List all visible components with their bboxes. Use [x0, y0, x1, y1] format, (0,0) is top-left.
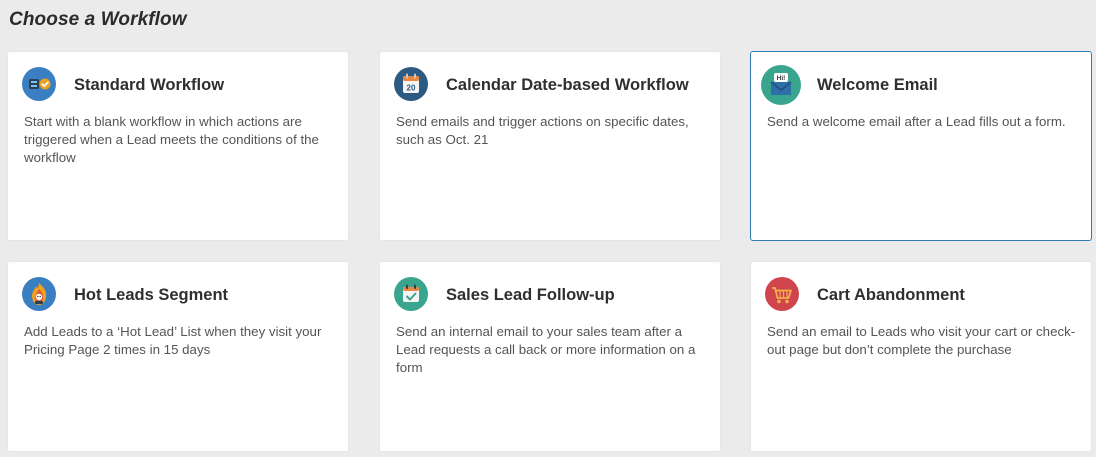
card-description: Send a welcome email after a Lead fills …: [767, 114, 1066, 129]
card-title: Sales Lead Follow-up: [446, 286, 615, 304]
card-title: Standard Workflow: [74, 76, 225, 94]
welcome-email-icon: Hi!: [761, 65, 801, 105]
calendar-check-icon: [394, 277, 428, 311]
workflow-card-welcome-email[interactable]: Hi! Welcome Email Send a welcome email a…: [750, 51, 1092, 241]
card-description: Add Leads to a ‘Hot Lead’ List when they…: [24, 324, 322, 357]
hot-lead-icon: [22, 277, 56, 311]
calendar-icon: 20: [394, 67, 428, 101]
calendar-icon-day: 20: [407, 84, 416, 93]
card-description: Send emails and trigger actions on speci…: [396, 114, 689, 147]
card-title: Calendar Date-based Workflow: [446, 76, 689, 94]
card-title: Welcome Email: [817, 76, 938, 94]
welcome-email-icon-text: Hi!: [777, 75, 786, 82]
card-description: Send an email to Leads who visit your ca…: [767, 324, 1076, 357]
workflow-card-hot-leads[interactable]: Hot Leads Segment Add Leads to a ‘Hot Le…: [7, 261, 349, 452]
card-description: Start with a blank workflow in which act…: [24, 114, 319, 165]
standard-workflow-icon: [22, 67, 56, 101]
workflow-grid: Standard Workflow Start with a blank wor…: [0, 0, 1096, 457]
card-title: Cart Abandonment: [817, 286, 965, 304]
workflow-card-cart-abandonment[interactable]: Cart Abandonment Send an email to Leads …: [750, 261, 1092, 452]
card-title: Hot Leads Segment: [74, 286, 229, 304]
workflow-card-standard[interactable]: Standard Workflow Start with a blank wor…: [7, 51, 349, 241]
card-description: Send an internal email to your sales tea…: [396, 324, 696, 375]
shopping-cart-icon: [765, 277, 799, 311]
workflow-card-sales-follow-up[interactable]: Sales Lead Follow-up Send an internal em…: [379, 261, 721, 452]
workflow-card-calendar-date[interactable]: 20 Calendar Date-based Workflow Send ema…: [379, 51, 721, 241]
